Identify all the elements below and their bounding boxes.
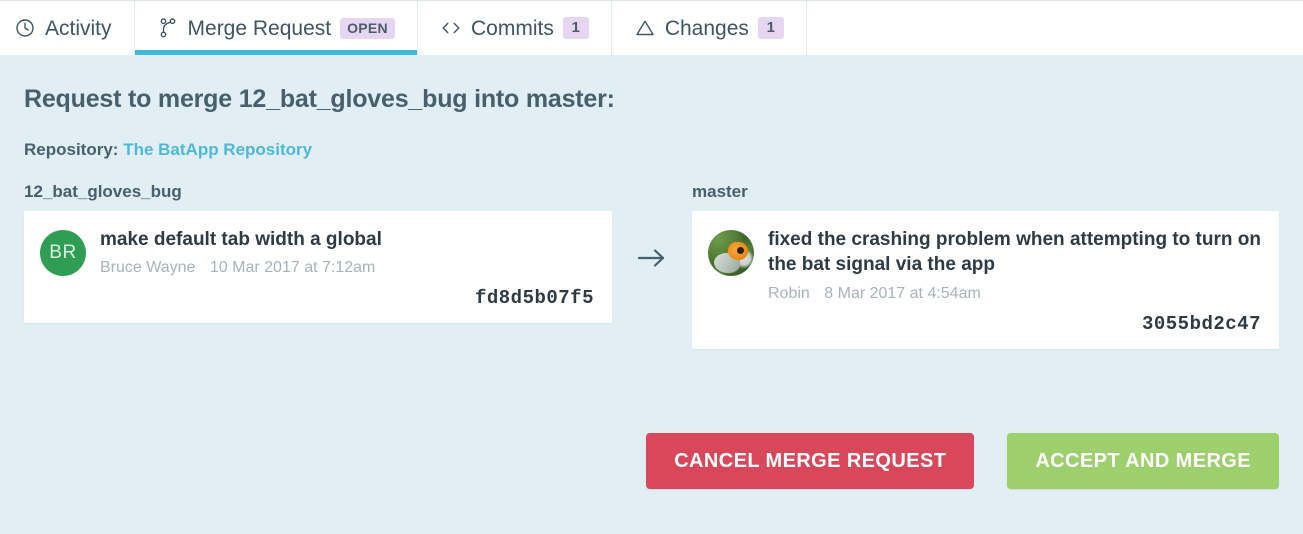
merge-request-panel: Request to merge 12_bat_gloves_bug into … xyxy=(0,55,1303,534)
target-commit-body: fixed the crashing problem when attempti… xyxy=(768,227,1261,335)
action-buttons: CANCEL MERGE REQUEST ACCEPT AND MERGE xyxy=(646,433,1279,489)
tab-merge-request-label: Merge Request xyxy=(187,16,332,40)
target-commit-meta: Robin 8 Mar 2017 at 4:54am xyxy=(768,285,1261,303)
tab-changes[interactable]: Changes 1 xyxy=(612,1,807,55)
source-commit-meta: Bruce Wayne 10 Mar 2017 at 7:12am xyxy=(100,259,594,277)
repository-link[interactable]: The BatApp Repository xyxy=(123,140,312,159)
source-commit-date: 10 Mar 2017 at 7:12am xyxy=(209,259,376,277)
source-branch-column: 12_bat_gloves_bug BR make default tab wi… xyxy=(24,182,612,324)
target-commit-date: 8 Mar 2017 at 4:54am xyxy=(824,284,981,302)
arrow-right-icon xyxy=(612,182,692,334)
delta-triangle-icon xyxy=(634,17,656,39)
tab-merge-request[interactable]: Merge Request OPEN xyxy=(134,1,418,55)
status-badge-open: OPEN xyxy=(340,17,395,39)
source-commit-title: make default tab width a global xyxy=(100,229,382,250)
target-commit-author: Robin xyxy=(768,284,810,302)
source-commit-body: make default tab width a global Bruce Wa… xyxy=(100,227,594,309)
page-title: Request to merge 12_bat_gloves_bug into … xyxy=(24,85,615,113)
target-branch-column: master fixed the crashing problem when a… xyxy=(692,182,1279,349)
repository-label: Repository: xyxy=(24,140,119,159)
accept-and-merge-button[interactable]: ACCEPT AND MERGE xyxy=(1007,433,1279,489)
tab-activity-label: Activity xyxy=(45,16,112,40)
tab-commits-label: Commits xyxy=(470,16,554,40)
source-branch-name: 12_bat_gloves_bug xyxy=(24,182,182,201)
cancel-merge-request-button[interactable]: CANCEL MERGE REQUEST xyxy=(646,433,975,489)
commits-count-badge: 1 xyxy=(562,17,589,39)
avatar-initials: BR xyxy=(49,242,77,263)
branch-comparison: 12_bat_gloves_bug BR make default tab wi… xyxy=(24,182,1279,349)
avatar: BR xyxy=(40,230,86,276)
source-commit-author: Bruce Wayne xyxy=(100,259,196,277)
target-commit-hash: 3055bd2c47 xyxy=(1141,312,1261,335)
avatar-photo-eye xyxy=(736,247,744,255)
changes-count-badge: 1 xyxy=(757,17,784,39)
target-commit-title: fixed the crashing problem when attempti… xyxy=(768,229,1261,276)
repository-line: Repository: The BatApp Repository xyxy=(24,140,1279,160)
avatar xyxy=(708,230,754,276)
tab-commits[interactable]: Commits 1 xyxy=(418,1,612,55)
tab-bar: Activity Merge Request OPEN Commits 1 Ch… xyxy=(0,1,1303,55)
tab-changes-label: Changes xyxy=(664,16,749,40)
clock-icon xyxy=(14,17,36,39)
source-commit-card[interactable]: BR make default tab width a global Bruce… xyxy=(24,211,612,324)
code-brackets-icon xyxy=(440,17,462,39)
target-commit-card[interactable]: fixed the crashing problem when attempti… xyxy=(692,211,1279,349)
source-commit-hash: fd8d5b07f5 xyxy=(474,287,594,310)
merge-request-page: Activity Merge Request OPEN Commits 1 Ch… xyxy=(0,0,1303,534)
tab-activity[interactable]: Activity xyxy=(0,1,135,55)
target-branch-name: master xyxy=(692,182,748,201)
branch-icon xyxy=(157,17,179,39)
